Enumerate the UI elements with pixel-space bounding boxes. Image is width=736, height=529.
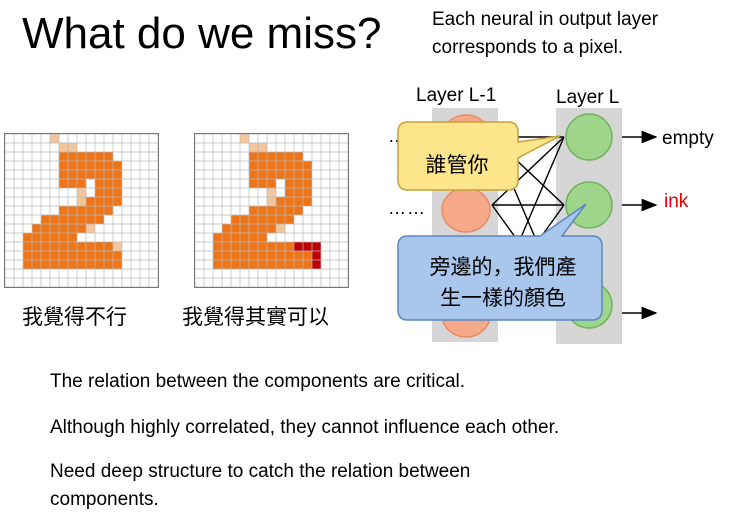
pixel-grid-2-with-red	[195, 134, 348, 287]
neuron-out-1	[565, 113, 613, 161]
caption-right: 我覺得其實可以	[182, 305, 329, 329]
output-label-ink: ink	[664, 191, 689, 212]
digit-grid-right	[194, 133, 349, 288]
note-line-1: Each neural in output layer	[432, 9, 659, 30]
pixel-grid-2-plain	[5, 134, 158, 287]
caption-left: 我覺得不行	[22, 305, 127, 329]
callout-top-text: 誰管你	[425, 153, 489, 177]
output-layer-note: Each neural in output layer corresponds …	[432, 6, 658, 62]
point-3-line-1: Need deep structure to catch the relatio…	[50, 461, 471, 482]
point-2: Although highly correlated, they cannot …	[50, 417, 560, 438]
note-line-2: corresponds to a pixel.	[432, 37, 624, 58]
callout-bottom-text: 旁邊的，我們產 生一樣的顏色	[398, 252, 608, 314]
point-3-line-2: components.	[50, 489, 159, 510]
callout-bottom-line-1: 旁邊的，我們產	[429, 255, 577, 279]
digit-grid-left	[4, 133, 159, 288]
point-1: The relation between the components are …	[50, 371, 466, 392]
slide-title: What do we miss?	[22, 9, 382, 58]
callout-bottom-line-2: 生一樣的顏色	[440, 286, 566, 310]
output-label-empty: empty	[662, 128, 714, 149]
